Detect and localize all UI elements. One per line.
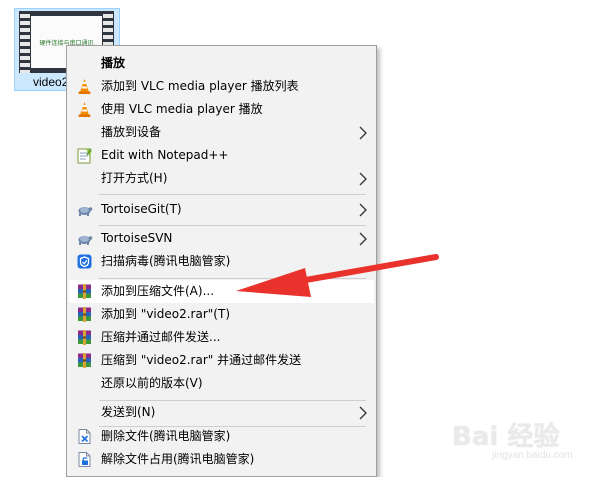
- delete-file-icon: [76, 428, 93, 445]
- menu-item-tortoisesvn[interactable]: TortoiseSVN: [69, 227, 374, 250]
- winrar-icon: [76, 283, 93, 300]
- menu-item-open-with[interactable]: 打开方式(H): [69, 167, 374, 190]
- menu-item-label: 播放到设备: [101, 125, 162, 139]
- menu-item-tortoisegit[interactable]: TortoiseGit(T): [69, 198, 374, 221]
- winrar-icon: [76, 329, 93, 346]
- menu-item-label: 打开方式(H): [101, 171, 168, 185]
- menu-item-compress-rar-and-email[interactable]: 压缩到 "video2.rar" 并通过邮件发送: [69, 349, 374, 372]
- unlock-file-icon: [76, 451, 93, 468]
- menu-item-label: 删除文件(腾讯电脑管家): [101, 429, 231, 443]
- menu-item-vlc-add[interactable]: 添加到 VLC media player 播放列表: [69, 75, 374, 98]
- menu-item-label: TortoiseGit(T): [101, 202, 182, 216]
- menu-item-label: 添加到压缩文件(A)...: [101, 284, 215, 298]
- vlc-cone-icon: [76, 78, 93, 95]
- tortoise-icon: [76, 230, 93, 247]
- menu-item-compress-and-email[interactable]: 压缩并通过邮件发送...: [69, 326, 374, 349]
- menu-item-vlc-play[interactable]: 使用 VLC media player 播放: [69, 98, 374, 121]
- chevron-right-icon: [358, 405, 368, 420]
- menu-item-label: Edit with Notepad++: [101, 148, 229, 162]
- shield-icon: [76, 253, 93, 270]
- context-menu: 播放 添加到 VLC media player 播放列表 使用 VLC medi…: [66, 45, 377, 477]
- menu-separator: [99, 194, 366, 195]
- film-strip-left: [20, 11, 30, 73]
- tortoise-icon: [76, 201, 93, 218]
- menu-item-label: 发送到(N): [101, 405, 156, 419]
- menu-item-delete-file[interactable]: 删除文件(腾讯电脑管家): [69, 425, 374, 448]
- watermark-logo-text: Bai 经验: [452, 422, 560, 452]
- menu-item-send-to[interactable]: 发送到(N): [69, 401, 374, 424]
- menu-separator: [99, 225, 366, 226]
- chevron-right-icon: [358, 231, 368, 246]
- menu-item-label: 扫描病毒(腾讯电脑管家): [101, 254, 231, 268]
- menu-item-unlock-file[interactable]: 解除文件占用(腾讯电脑管家): [69, 448, 374, 471]
- winrar-icon: [76, 306, 93, 323]
- menu-item-add-to-rar[interactable]: 添加到 "video2.rar"(T): [69, 303, 374, 326]
- menu-item-restore-previous-versions[interactable]: 还原以前的版本(V): [69, 372, 374, 395]
- vlc-cone-icon: [76, 101, 93, 118]
- menu-item-label: 解除文件占用(腾讯电脑管家): [101, 452, 255, 466]
- menu-item-label: 添加到 VLC media player 播放列表: [101, 79, 299, 93]
- watermark-url: jingyan.baidu.com: [492, 450, 573, 461]
- menu-item-label: TortoiseSVN: [101, 231, 173, 245]
- menu-item-label: 添加到 "video2.rar"(T): [101, 307, 230, 321]
- menu-separator: [99, 278, 366, 279]
- menu-item-add-to-archive[interactable]: 添加到压缩文件(A)...: [69, 280, 374, 303]
- menu-item-play[interactable]: 播放: [69, 52, 374, 75]
- menu-item-label: 使用 VLC media player 播放: [101, 102, 263, 116]
- menu-item-label: 播放: [101, 56, 126, 70]
- chevron-right-icon: [358, 202, 368, 217]
- menu-item-label: 压缩并通过邮件发送...: [101, 330, 221, 344]
- chevron-right-icon: [358, 125, 368, 140]
- winrar-icon: [76, 352, 93, 369]
- notepad-plus-plus-icon: [76, 147, 93, 164]
- menu-item-label: 还原以前的版本(V): [101, 376, 203, 390]
- menu-item-notepad-plus-plus[interactable]: Edit with Notepad++: [69, 144, 374, 167]
- baidu-jingyan-watermark: Bai 经验 jingyan.baidu.com: [452, 414, 592, 464]
- menu-item-scan-virus[interactable]: 扫描病毒(腾讯电脑管家): [69, 250, 374, 273]
- menu-item-label: 压缩到 "video2.rar" 并通过邮件发送: [101, 353, 302, 367]
- chevron-right-icon: [358, 171, 368, 186]
- menu-item-cast-to-device[interactable]: 播放到设备: [69, 121, 374, 144]
